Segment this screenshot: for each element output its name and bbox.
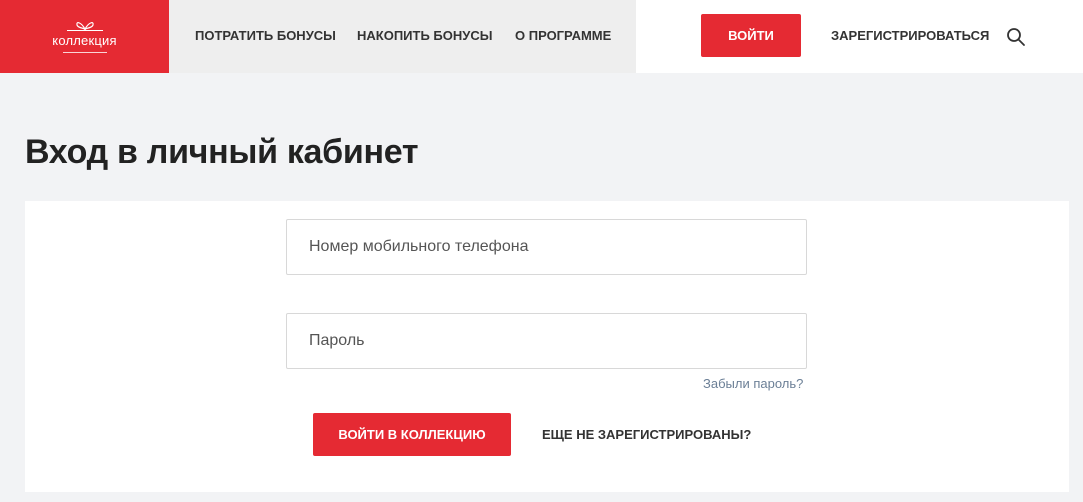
not-registered-link[interactable]: ЕЩЕ НЕ ЗАРЕГИСТРИРОВАНЫ? <box>542 427 751 442</box>
logo[interactable]: коллекция <box>0 0 169 73</box>
nav-item-spend-bonuses[interactable]: ПОТРАТИТЬ БОНУСЫ <box>195 28 336 43</box>
page-title: Вход в личный кабинет <box>25 133 419 171</box>
submit-login-button[interactable]: ВОЙТИ В КОЛЛЕКЦИЮ <box>313 413 511 456</box>
logo-text: коллекция <box>52 33 117 48</box>
phone-input[interactable] <box>286 219 807 275</box>
nav-item-about-program[interactable]: О ПРОГРАММЕ <box>515 28 611 43</box>
gift-bow-icon <box>66 22 103 31</box>
site-header: коллекция ПОТРАТИТЬ БОНУСЫ НАКОПИТЬ БОНУ… <box>0 0 1083 73</box>
password-input[interactable] <box>286 313 807 369</box>
logo-underline <box>62 52 107 53</box>
login-button[interactable]: ВОЙТИ <box>701 14 801 57</box>
search-icon[interactable] <box>1006 27 1026 47</box>
forgot-password-link[interactable]: Забыли пароль? <box>703 376 803 391</box>
nav-item-earn-bonuses[interactable]: НАКОПИТЬ БОНУСЫ <box>357 28 492 43</box>
register-link[interactable]: ЗАРЕГИСТРИРОВАТЬСЯ <box>831 28 989 43</box>
